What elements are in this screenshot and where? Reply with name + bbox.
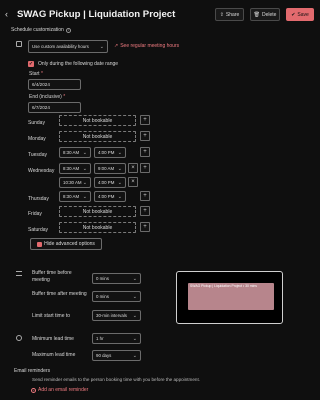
chevron-down-icon: ⌄ (82, 179, 87, 186)
add-wednesday-button[interactable]: + (140, 163, 150, 173)
wednesday-start-select-2[interactable]: 10:30 AM ⌄ (59, 177, 91, 188)
wednesday-end-select-1[interactable]: 9:00 AM ⌄ (94, 163, 126, 174)
min-lead-time-select[interactable]: 1 hr ⌄ (92, 333, 141, 344)
day-label-thursday: Thursday (28, 196, 49, 202)
see-hours-link[interactable]: ↗ See regular meeting hours (114, 43, 179, 49)
end-date-field[interactable]: 6/7/2024 (28, 102, 81, 113)
day-label-saturday: Saturday (28, 227, 49, 233)
buffer-after-select[interactable]: 0 mins ⌄ (92, 291, 141, 302)
add-saturday-button[interactable]: + (140, 222, 150, 232)
email-reminders-description: Send reminder emails to the person booki… (32, 377, 201, 382)
tuesday-start-select[interactable]: 8:30 AM ⌄ (59, 147, 91, 158)
availability-select[interactable]: Use custom availability hours ⌄ (28, 40, 108, 53)
preview-event-block: SWAG Pickup | Liquidation Project • 30 m… (188, 283, 274, 310)
add-tuesday-button[interactable]: + (140, 147, 150, 157)
friday-not-bookable: Not bookable (59, 206, 136, 217)
clock-icon (16, 335, 22, 341)
max-lead-time-label: Maximum lead time (32, 352, 76, 358)
email-reminders-label: Email reminders (14, 368, 51, 374)
collapse-icon (37, 241, 43, 247)
chevron-down-icon: ⌄ (117, 149, 122, 156)
back-button[interactable]: ‹ (5, 9, 8, 19)
tuesday-end-select[interactable]: 4:00 PM ⌄ (94, 147, 126, 158)
chevron-down-icon: ⌄ (82, 165, 87, 172)
hide-advanced-options-button[interactable]: Hide advanced options (30, 238, 102, 250)
chevron-down-icon: ⌄ (132, 312, 137, 319)
thursday-start-select[interactable]: 8:30 AM ⌄ (59, 191, 91, 202)
buffer-after-label: Buffer time after meeting (32, 291, 87, 297)
day-label-sunday: Sunday (28, 120, 45, 126)
limit-start-label: Limit start time to (32, 313, 71, 319)
chevron-down-icon: ⌄ (117, 179, 122, 186)
day-label-monday: Monday (28, 136, 46, 142)
sunday-not-bookable: Not bookable (59, 115, 136, 126)
min-lead-time-label: Minimum lead time (32, 336, 74, 342)
external-link-icon: ↗ (114, 43, 119, 49)
buffer-icon (16, 271, 22, 276)
preview-event-text: SWAG Pickup | Liquidation Project • 30 m… (190, 284, 257, 288)
wednesday-end-select-2[interactable]: 4:00 PM ⌄ (94, 177, 126, 188)
add-thursday-button[interactable]: + (140, 191, 150, 201)
buffer-before-select[interactable]: 0 mins ⌄ (92, 273, 141, 284)
chevron-down-icon: ⌄ (82, 149, 87, 156)
start-label: Start * (29, 71, 43, 77)
chevron-down-icon: ⌄ (132, 335, 137, 342)
date-range-checkbox[interactable]: ✓ Only during the following date range (28, 61, 118, 67)
share-button[interactable]: ⇪ Share (215, 8, 244, 21)
chevron-down-icon: ⌄ (117, 165, 122, 172)
chevron-down-icon: ⌄ (132, 293, 137, 300)
page-title: SWAG Pickup | Liquidation Project (17, 9, 176, 20)
end-label: End (inclusive) * (29, 94, 66, 100)
checkmark-icon: ✓ (28, 61, 34, 67)
delete-button[interactable]: 🗑 Delete (250, 8, 280, 21)
chevron-down-icon: ⌄ (132, 275, 137, 282)
monday-not-bookable: Not bookable (59, 131, 136, 142)
limit-start-select[interactable]: 30-min intervals ⌄ (92, 310, 141, 321)
share-icon: ⇪ (219, 11, 224, 18)
save-icon: ✔ (291, 11, 296, 18)
add-sunday-button[interactable]: + (140, 115, 150, 125)
day-label-friday: Friday (28, 211, 42, 217)
add-email-reminder-link[interactable]: + Add an email reminder (31, 387, 88, 393)
chevron-down-icon: ⌄ (117, 193, 122, 200)
chevron-down-icon: ⌄ (132, 352, 137, 359)
start-date-field[interactable]: 6/4/2024 (28, 79, 81, 90)
add-circle-icon: + (31, 387, 36, 393)
buffer-preview: SWAG Pickup | Liquidation Project • 30 m… (176, 271, 283, 324)
calendar-icon (16, 41, 22, 47)
wednesday-start-select-1[interactable]: 8:30 AM ⌄ (59, 163, 91, 174)
max-lead-time-select[interactable]: 90 days ⌄ (92, 350, 141, 361)
day-label-tuesday: Tuesday (28, 152, 47, 158)
remove-wednesday-slot-2[interactable]: × (128, 177, 138, 187)
add-friday-button[interactable]: + (140, 206, 150, 216)
info-icon: i (65, 27, 71, 33)
chevron-down-icon: ⌄ (82, 193, 87, 200)
chevron-down-icon: ⌄ (99, 43, 104, 50)
buffer-before-label: Buffer time before meeting (32, 270, 72, 283)
add-monday-button[interactable]: + (140, 131, 150, 141)
schedule-section-label: Schedule customization i (11, 27, 71, 33)
remove-wednesday-slot-1[interactable]: × (128, 163, 138, 173)
thursday-end-select[interactable]: 4:00 PM ⌄ (94, 191, 126, 202)
day-label-wednesday: Wednesday (28, 168, 55, 174)
save-button[interactable]: ✔ Save (286, 8, 314, 21)
saturday-not-bookable: Not bookable (59, 222, 136, 233)
trash-icon: 🗑 (253, 11, 260, 18)
